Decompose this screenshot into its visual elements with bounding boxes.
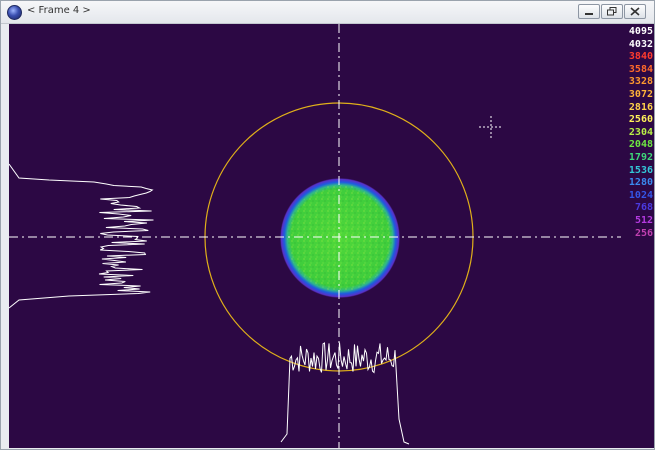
scale-label-768: 768 [634, 202, 653, 214]
restore-button[interactable] [601, 4, 623, 19]
horizontal-profile-curve [280, 342, 410, 445]
minimize-icon [585, 13, 593, 15]
beam-texture [287, 185, 393, 291]
minimize-button[interactable] [578, 4, 600, 19]
scale-label-1536: 1536 [628, 164, 653, 176]
scale-label-1024: 1024 [628, 189, 653, 201]
scale-label-512: 512 [634, 215, 653, 226]
scale-label-2304: 2304 [628, 126, 653, 138]
scale-label-1280: 1280 [628, 177, 653, 189]
cursor-marker [479, 116, 503, 138]
scale-label-3840: 3840 [628, 51, 653, 63]
scale-label-1792: 1792 [628, 152, 653, 163]
scale-label-3584: 3584 [628, 63, 653, 75]
scale-label-4032: 4032 [628, 38, 653, 50]
app-icon[interactable] [7, 5, 22, 20]
close-icon [630, 7, 640, 16]
close-button[interactable] [624, 4, 646, 19]
scale-label-3328: 3328 [628, 76, 653, 88]
scale-label-4095: 4095 [628, 26, 653, 37]
scale-label-2560: 2560 [628, 114, 653, 126]
frame-window: < Frame 4 > 4095 4032 3840 3584 3328 307… [0, 0, 655, 450]
scale-label-2816: 2816 [628, 101, 653, 113]
scale-label-3072: 3072 [628, 89, 653, 100]
title-bar[interactable]: < Frame 4 > [1, 1, 654, 24]
window-title: < Frame 4 > [27, 5, 91, 16]
vertical-profile-curve [9, 163, 154, 309]
scale-label-256: 256 [634, 227, 653, 239]
restore-icon [607, 7, 617, 16]
beam-image-view[interactable]: 4095 4032 3840 3584 3328 3072 2816 2560 2304 2048… [9, 24, 654, 448]
beam-canvas [9, 24, 621, 448]
scale-label-2048: 2048 [628, 139, 653, 151]
